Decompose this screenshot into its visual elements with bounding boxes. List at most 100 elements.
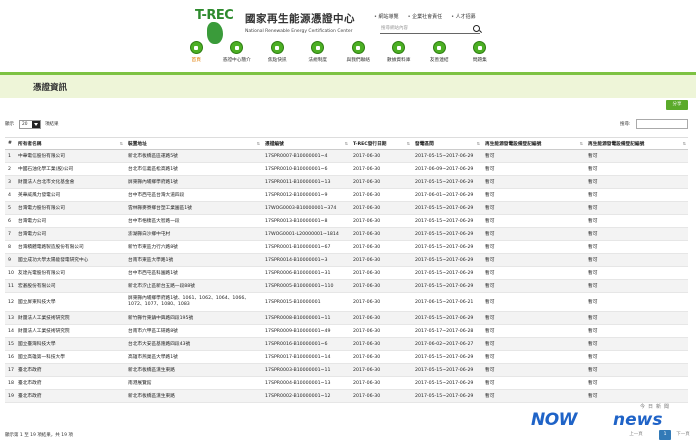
- nav-item-database[interactable]: 數據資料庫: [379, 41, 420, 63]
- table-cell: 2017-05-15~2017-06-29: [412, 389, 482, 403]
- watermark-cn-text: 今日新聞: [640, 404, 673, 410]
- filter-input[interactable]: [636, 119, 688, 129]
- table-cell: 2017-06-30: [350, 227, 412, 241]
- table-cell: 台中市梧棲區大智路一段: [125, 214, 262, 228]
- table-cell: 2017-05-15~2017-06-29: [412, 253, 482, 267]
- table-cell: 17SPR0010-B10000001~6: [262, 162, 350, 176]
- table-cell: 2017-05-15~2017-06-29: [412, 350, 482, 364]
- table-cell: 2017-05-15~2017-06-29: [412, 279, 482, 293]
- length-prefix: 顯示: [5, 122, 14, 127]
- table-cell: 台灣電力公司: [15, 214, 125, 228]
- column-header-period[interactable]: 發電區間 ⇅: [412, 137, 482, 150]
- sort-icon: ⇅: [119, 141, 123, 146]
- table-cell: 暫可: [482, 149, 585, 163]
- top-links: 網站導覽 企業社會責任 人才招募: [374, 13, 476, 20]
- table-row: 11 宏碁股份有限公司 新北市汐止區新台五路一段88號 17SPR0005-B1000…: [5, 279, 688, 293]
- table-row: 15 國立臺灣科技大學 台北市大安區基隆路四段43號 17SPR0016-B10000…: [5, 337, 688, 351]
- nav-label: 焦點快訊: [267, 58, 287, 63]
- table-cell: 暫可: [585, 376, 688, 390]
- table-cell: 暫可: [585, 175, 688, 189]
- table-row: 1 中華電信股份有限公司 新北市板橋區區運路5號 17SPR0007-B1000000…: [5, 149, 688, 163]
- table-cell: 14: [5, 324, 15, 338]
- table-header-row: # 所有者名稱 ⇅ 裝置地址 ⇅ 憑證編號 ⇅ T-REC發行日期 ⇅ 發電區間 ⇅ 再生…: [5, 137, 688, 150]
- table-cell: 17SPR0003-B10000001~11: [262, 363, 350, 377]
- sort-icon: ⇅: [476, 141, 480, 146]
- column-header-owner[interactable]: 所有者名稱 ⇅: [15, 137, 125, 150]
- table-cell: 暫可: [585, 240, 688, 254]
- table-cell: 暫可: [585, 227, 688, 241]
- table-cell: 2017-06-30: [350, 389, 412, 403]
- table-cell: 17SPR0001-B10000001~67: [262, 240, 350, 254]
- table-cell: 8: [5, 240, 15, 254]
- nav-item-about[interactable]: 憑證中心簡介: [217, 41, 258, 63]
- table-cell: 台中市西屯區科園路1號: [125, 266, 262, 280]
- table-cell: 暫可: [482, 292, 585, 312]
- top-link-careers[interactable]: 人才招募: [451, 13, 476, 20]
- table-cell: 2017-06-09~2017-06-29: [412, 162, 482, 176]
- table-cell: 2017-06-30: [350, 337, 412, 351]
- share-button[interactable]: 分享: [666, 100, 688, 110]
- nav-item-regulations[interactable]: 法規制度: [298, 41, 339, 63]
- table-cell: 2017-05-15~2017-06-29: [412, 214, 482, 228]
- table-cell: 17SPR0008-B10000001~11: [262, 311, 350, 325]
- table-cell: 暫可: [482, 389, 585, 403]
- table-cell: 財團法人工業技術研究院: [15, 324, 125, 338]
- top-link-sitemap[interactable]: 網站導覽: [374, 13, 399, 20]
- nav-item-contact[interactable]: 與我們聯絡: [338, 41, 379, 63]
- nav-label: 與我們聯絡: [346, 58, 370, 63]
- news-icon: [270, 41, 284, 54]
- table-cell: 南港展覽館: [125, 376, 262, 390]
- table-cell: 2017-05-15~2017-06-29: [412, 149, 482, 163]
- table-cell: 暫可: [482, 376, 585, 390]
- filter-label: 搜尋:: [620, 122, 631, 127]
- table-cell: 2017-05-15~2017-06-29: [412, 175, 482, 189]
- table-cell: 暫可: [482, 188, 585, 202]
- column-header-cert-no[interactable]: 憑證編號 ⇅: [262, 137, 350, 150]
- table-cell: 財團法人工業技術研究院: [15, 311, 125, 325]
- table-cell: 2017-06-02~2017-06-27: [412, 337, 482, 351]
- table-cell: 暫可: [482, 350, 585, 364]
- table-cell: 台灣電力股份有限公司: [15, 201, 125, 215]
- table-cell: 4: [5, 188, 15, 202]
- nav-item-news[interactable]: 焦點快訊: [257, 41, 298, 63]
- table-cell: 暫可: [585, 363, 688, 377]
- table-cell: 國立高雄第一科技大學: [15, 350, 125, 364]
- table-row: 19 臺北市政府 新北市板橋區漢生東路 17SPR0002-B10000001~12 2…: [5, 389, 688, 403]
- site-search-input[interactable]: 搜尋網站內容: [380, 24, 480, 34]
- nav-item-faq[interactable]: 問題集: [460, 41, 501, 63]
- table-cell: 5: [5, 201, 15, 215]
- table-row: 13 財團法人工業技術研究院 新竹縣竹東鎮中興路四段195號 17SPR0008-B1…: [5, 311, 688, 325]
- table-cell: 17SPR0002-B10000001~12: [262, 389, 350, 403]
- table-cell: 暫可: [482, 337, 585, 351]
- nav-label: 首頁: [191, 58, 201, 63]
- table-cell: 7: [5, 227, 15, 241]
- column-header-reg-no-2[interactable]: 再生能源發電設備登記編號 ⇅: [585, 137, 688, 150]
- table-cell: 17SPR0012-B10000001~9: [262, 188, 350, 202]
- table-cell: 11: [5, 279, 15, 293]
- table-cell: 2017-06-30: [350, 240, 412, 254]
- table-cell: 17WOG0001-L20000001~1814: [262, 227, 350, 241]
- table-cell: 暫可: [585, 389, 688, 403]
- sort-icon: ⇅: [406, 141, 410, 146]
- table-cell: 英華威風力發電公司: [15, 188, 125, 202]
- top-link-csr[interactable]: 企業社會責任: [408, 13, 442, 20]
- chevron-down-icon: [32, 121, 40, 128]
- sort-icon: ⇅: [256, 141, 260, 146]
- nav-item-home[interactable]: 首頁: [176, 41, 217, 63]
- table-cell: 新北市板橋區漢生東路: [125, 363, 262, 377]
- nav-item-links[interactable]: 友善連結: [419, 41, 460, 63]
- table-cell: 國立屏東科技大學: [15, 292, 125, 312]
- search-icon[interactable]: [473, 25, 480, 32]
- table-row: 3 財團法人台北市文化基金會 屏東縣內埔鄉學府路1號 17SPR0011-B10000…: [5, 175, 688, 189]
- table-cell: 台北市大安區基隆路四段43號: [125, 337, 262, 351]
- column-header-address[interactable]: 裝置地址 ⇅: [125, 137, 262, 150]
- logo-mark-text: T-REC: [195, 8, 234, 23]
- table-cell: 2017-06-30: [350, 162, 412, 176]
- table-cell: 暫可: [585, 337, 688, 351]
- column-header-issue-date[interactable]: T-REC發行日期 ⇅: [350, 137, 412, 150]
- column-header-index[interactable]: #: [5, 137, 15, 150]
- page-length-select[interactable]: 20: [19, 120, 41, 129]
- table-cell: 17SPR0009-B10000001~49: [262, 324, 350, 338]
- table-cell: 台中市西屯區台灣大道四段: [125, 188, 262, 202]
- column-header-reg-no[interactable]: 再生能源發電設備登記編號 ⇅: [482, 137, 585, 150]
